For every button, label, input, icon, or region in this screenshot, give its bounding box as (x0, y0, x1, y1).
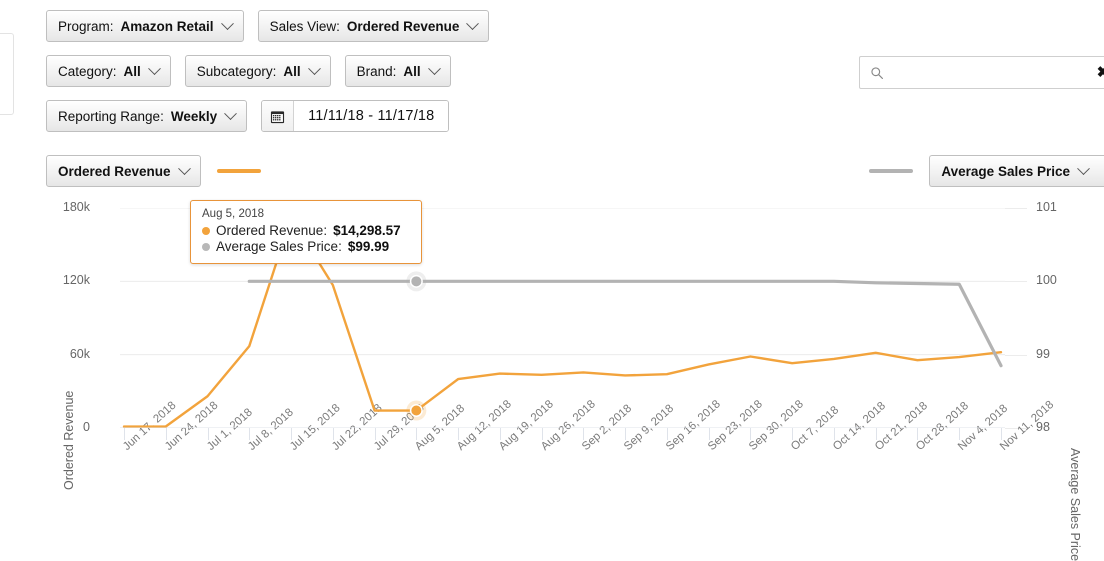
search-icon (870, 66, 884, 80)
chart-area: Ordered Revenue Average Sales Price 060k… (0, 190, 1104, 515)
program-filter-prefix: Program: (58, 19, 114, 34)
y-axis-left-tick-label: 180k (63, 200, 90, 214)
filter-row-taxonomy: Category: All Subcategory: All Brand: Al… (46, 55, 451, 87)
subcategory-filter-prefix: Subcategory: (197, 64, 277, 79)
tooltip-label-ordered-revenue: Ordered Revenue: (216, 223, 327, 238)
x-axis-tick-mark (249, 428, 250, 440)
reporting-range-filter-prefix: Reporting Range: (58, 109, 164, 124)
y-axis-right-tick-mark (1005, 355, 1027, 356)
average-sales-price-legend-swatch (869, 169, 913, 173)
tooltip-value-ordered-revenue: $14,298.57 (333, 223, 401, 238)
x-axis-tick-mark (583, 428, 584, 440)
search-box[interactable]: ✖ (859, 56, 1104, 89)
x-axis-tick-mark (166, 428, 167, 440)
x-axis-tick-mark (959, 428, 960, 440)
legend-right: Average Sales Price (869, 155, 1104, 187)
left-panel-edge (0, 33, 14, 115)
program-filter-value: Amazon Retail (121, 19, 214, 34)
x-axis-tick-mark (458, 428, 459, 440)
ordered-revenue-metric-label: Ordered Revenue (58, 164, 171, 179)
sales-view-filter-value: Ordered Revenue (347, 19, 460, 34)
brand-filter-button[interactable]: Brand: All (345, 55, 451, 87)
tooltip-row-average-sales-price: Average Sales Price: $99.99 (202, 239, 410, 254)
sales-view-filter-prefix: Sales View: (270, 19, 340, 34)
x-axis-tick-mark (792, 428, 793, 440)
y-axis-left-tick-label: 60k (70, 347, 90, 361)
tooltip-value-average-sales-price: $99.99 (348, 239, 389, 254)
program-filter-button[interactable]: Program: Amazon Retail (46, 10, 244, 42)
legend-left: Ordered Revenue (46, 155, 261, 187)
date-range-value[interactable]: 11/11/18 - 11/17/18 (294, 101, 448, 131)
chevron-down-icon (1077, 162, 1090, 175)
x-axis-tick-mark (709, 428, 710, 440)
category-filter-value: All (124, 64, 141, 79)
y-axis-left-tick-label: 0 (83, 420, 90, 434)
date-range-picker[interactable]: 11/11/18 - 11/17/18 (261, 100, 449, 132)
brand-filter-prefix: Brand: (357, 64, 397, 79)
chevron-down-icon (467, 17, 480, 30)
tooltip-dot-average-sales-price (202, 243, 210, 251)
x-axis-tick-mark (1001, 428, 1002, 440)
filter-row-range: Reporting Range: Weekly 11/11/18 - 11/17… (46, 100, 449, 132)
chevron-down-icon (224, 107, 237, 120)
y-axis-left-tick-label: 120k (63, 273, 90, 287)
search-input[interactable] (884, 57, 1090, 88)
y-axis-right-title: Average Sales Price (1068, 448, 1082, 561)
y-axis-left-title: Ordered Revenue (62, 391, 76, 490)
tooltip-dot-ordered-revenue (202, 227, 210, 235)
x-axis-tick-mark (917, 428, 918, 440)
chevron-down-icon (178, 162, 191, 175)
y-axis-right-tick-mark (1005, 281, 1027, 282)
chevron-down-icon (308, 62, 321, 75)
chevron-down-icon (148, 62, 161, 75)
filter-row-primary: Program: Amazon Retail Sales View: Order… (46, 10, 489, 42)
x-axis-tick-mark (667, 428, 668, 440)
average-sales-price-metric-button[interactable]: Average Sales Price (929, 155, 1104, 187)
x-axis-tick-mark (208, 428, 209, 440)
brand-filter-value: All (403, 64, 420, 79)
y-axis-right-tick-mark (1005, 208, 1027, 209)
subcategory-filter-button[interactable]: Subcategory: All (185, 55, 331, 87)
reporting-range-filter-button[interactable]: Reporting Range: Weekly (46, 100, 247, 132)
tooltip-date: Aug 5, 2018 (202, 208, 410, 220)
sales-view-filter-button[interactable]: Sales View: Ordered Revenue (258, 10, 490, 42)
x-axis-tick-mark (876, 428, 877, 440)
subcategory-filter-value: All (283, 64, 300, 79)
category-filter-prefix: Category: (58, 64, 117, 79)
reporting-range-filter-value: Weekly (171, 109, 217, 124)
ordered-revenue-metric-button[interactable]: Ordered Revenue (46, 155, 201, 187)
tooltip-label-average-sales-price: Average Sales Price: (216, 239, 342, 254)
x-axis-tick-mark (291, 428, 292, 440)
calendar-icon[interactable] (262, 101, 294, 131)
x-axis-tick-mark (625, 428, 626, 440)
chart-tooltip: Aug 5, 2018 Ordered Revenue: $14,298.57 … (190, 200, 422, 264)
x-axis-tick-mark (375, 428, 376, 440)
category-filter-button[interactable]: Category: All (46, 55, 171, 87)
average-sales-price-metric-label: Average Sales Price (941, 164, 1070, 179)
x-axis-tick-mark (333, 428, 334, 440)
x-axis-tick-mark (542, 428, 543, 440)
y-axis-right-tick-label: 101 (1036, 200, 1057, 214)
x-axis-tick-mark (750, 428, 751, 440)
clear-search-icon[interactable]: ✖ (1090, 65, 1104, 80)
chevron-down-icon (428, 62, 441, 75)
x-axis-tick-mark (416, 428, 417, 440)
x-axis-tick-mark (124, 428, 125, 440)
chevron-down-icon (221, 17, 234, 30)
tooltip-row-ordered-revenue: Ordered Revenue: $14,298.57 (202, 223, 410, 238)
y-axis-right-tick-label: 99 (1036, 347, 1050, 361)
y-axis-right-tick-label: 100 (1036, 273, 1057, 287)
x-axis-tick-mark (500, 428, 501, 440)
x-axis-tick-mark (834, 428, 835, 440)
ordered-revenue-legend-swatch (217, 169, 261, 173)
